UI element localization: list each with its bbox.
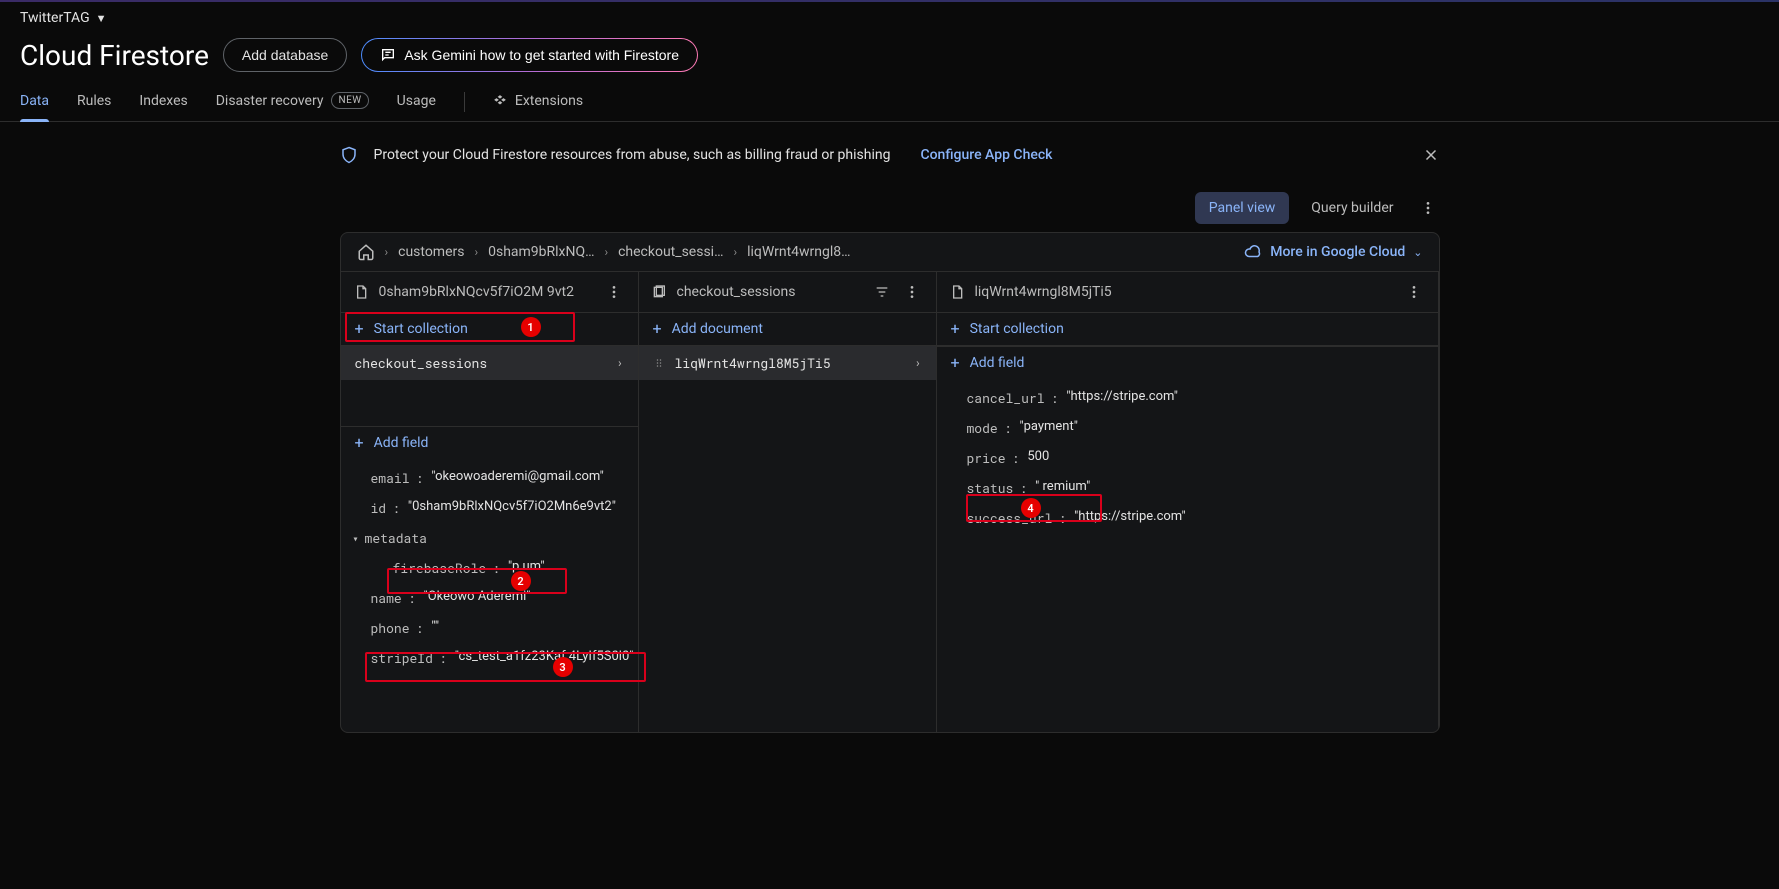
tab-disaster-recovery[interactable]: Disaster recovery NEW [216,82,369,121]
extensions-icon [493,94,507,108]
kebab-icon [606,284,622,300]
kebab-icon [1406,284,1422,300]
home-icon[interactable] [357,243,375,261]
collection-icon [651,284,667,300]
chevron-down-icon: ⌄ [1413,246,1422,259]
ask-gemini-label: Ask Gemini how to get started with Fires… [404,47,679,63]
tab-divider [464,92,465,112]
document-item[interactable]: liqWrnt4wrngl8M5jTi5 › [639,346,936,380]
document-id: 0sham9bRlxNQcv5f7iO2M 9vt2 [379,284,592,300]
chevron-right-icon: › [733,245,737,259]
collection-item[interactable]: checkout_sessions › [341,346,638,380]
chat-icon [380,47,396,63]
add-database-label: Add database [242,47,328,63]
field-row[interactable]: firebaseRole: "p um" [341,553,638,583]
field-row[interactable]: status: " remium" [937,473,1438,503]
panel-menu-button[interactable] [1402,280,1426,304]
field-row-map[interactable]: ▾ metadata [341,523,638,553]
chevron-right-icon: › [474,245,478,259]
kebab-icon [1420,200,1436,216]
drag-icon [653,357,665,369]
query-builder-toggle[interactable]: Query builder [1297,192,1407,224]
ask-gemini-button[interactable]: Ask Gemini how to get started with Fires… [361,38,698,72]
tab-data[interactable]: Data [20,83,49,121]
panel-view-toggle[interactable]: Panel view [1195,192,1290,224]
document-icon [353,284,369,300]
breadcrumb: › customers › 0sham9bRlxNQ… › checkout_s… [341,233,1439,272]
tab-usage[interactable]: Usage [397,83,436,121]
view-toggle: Panel view Query builder [340,174,1440,232]
field-list: email: "okeowoaderemi@gmail.com" id: "0s… [341,459,638,732]
more-in-google-cloud-link[interactable]: More in Google Cloud ⌄ [1244,243,1422,261]
new-badge: NEW [331,92,368,109]
field-row[interactable]: cancel_url: "https://stripe.com" [937,383,1438,413]
plus-icon: + [355,435,364,451]
shield-icon [340,146,358,164]
add-field-button[interactable]: + Add field [937,347,1438,379]
project-name: TwitterTAG [20,10,90,26]
page-header: Cloud Firestore Add database Ask Gemini … [0,34,1779,82]
collection-id: checkout_sessions [677,284,864,300]
breadcrumb-item[interactable]: 0sham9bRlxNQ… [488,244,594,260]
field-row[interactable]: success_url: "https://stripe.com" [937,503,1438,533]
field-row[interactable]: email: "okeowoaderemi@gmail.com" [341,463,638,493]
start-collection-button[interactable]: + Start collection [341,313,638,346]
field-row[interactable]: id: "0sham9bRlxNQcv5f7iO2Mn6e9vt2" [341,493,638,523]
close-icon[interactable] [1422,146,1440,164]
field-row[interactable]: stripeId: "cs_test_a1fz23Kaf 4LyIf5S0l0" [341,643,638,673]
panel-header: liqWrnt4wrngl8M5jTi5 [937,272,1438,313]
chevron-right-icon: › [616,355,623,371]
add-database-button[interactable]: Add database [223,38,347,72]
cloud-icon [1244,243,1262,261]
field-row[interactable]: phone: "" [341,613,638,643]
filter-icon[interactable] [874,284,890,300]
tab-indexes[interactable]: Indexes [139,83,187,121]
plus-icon: + [653,321,662,337]
plus-icon: + [951,321,960,337]
breadcrumb-item[interactable]: customers [398,244,464,260]
chevron-right-icon: › [385,245,389,259]
chevron-down-icon: ▼ [96,12,107,25]
page-title: Cloud Firestore [20,39,209,72]
data-explorer: › customers › 0sham9bRlxNQ… › checkout_s… [340,232,1440,733]
field-row[interactable]: price: 500 [937,443,1438,473]
panel-header: 0sham9bRlxNQcv5f7iO2M 9vt2 [341,272,638,313]
chevron-right-icon: › [914,355,921,371]
panel-menu-button[interactable] [900,280,924,304]
more-menu-button[interactable] [1416,196,1440,220]
add-field-button[interactable]: + Add field [341,427,638,459]
document-id: liqWrnt4wrngl8M5jTi5 [975,284,1392,300]
field-row[interactable]: mode: "payment" [937,413,1438,443]
tab-bar: Data Rules Indexes Disaster recovery NEW… [0,82,1779,122]
tab-extensions[interactable]: Extensions [493,83,583,121]
breadcrumb-item[interactable]: checkout_sessi… [618,244,723,260]
chevron-right-icon: › [604,245,608,259]
panel-document-detail: liqWrnt4wrngl8M5jTi5 + Start collection … [937,272,1439,732]
project-selector[interactable]: TwitterTAG ▼ [0,2,1779,34]
app-check-banner: Protect your Cloud Firestore resources f… [340,146,1440,164]
tab-rules[interactable]: Rules [77,83,111,121]
panel-document: 0sham9bRlxNQcv5f7iO2M 9vt2 + Start colle… [341,272,639,732]
kebab-icon [904,284,920,300]
start-collection-button[interactable]: + Start collection [937,313,1438,346]
panel-header: checkout_sessions [639,272,936,313]
add-document-button[interactable]: + Add document [639,313,936,346]
panel-collection: checkout_sessions + Add document [639,272,937,732]
plus-icon: + [355,321,364,337]
field-list: cancel_url: "https://stripe.com" mode: "… [937,379,1438,732]
breadcrumb-item[interactable]: liqWrnt4wrngl8… [747,244,850,260]
plus-icon: + [951,355,960,371]
panel-menu-button[interactable] [602,280,626,304]
configure-app-check-link[interactable]: Configure App Check [920,147,1052,163]
document-icon [949,284,965,300]
field-row[interactable]: name: "Okeowo Aderemi" [341,583,638,613]
banner-text: Protect your Cloud Firestore resources f… [374,147,891,163]
triangle-down-icon: ▾ [353,532,359,545]
